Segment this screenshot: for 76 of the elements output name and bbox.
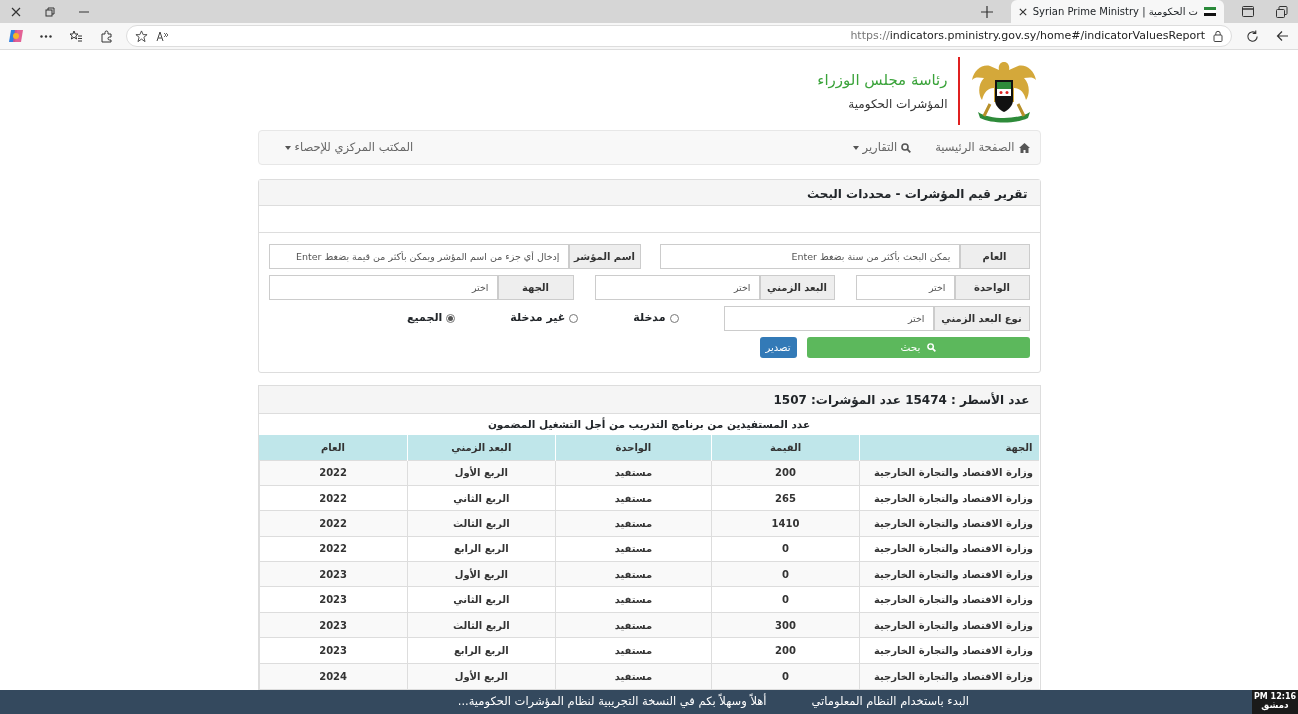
- radio-option[interactable]: الجميع: [407, 310, 456, 327]
- radio-option[interactable]: مدخلة: [633, 310, 679, 327]
- field-label: نوع البعد الزمني: [933, 306, 1030, 331]
- column-header[interactable]: البعد الزمني: [407, 435, 556, 460]
- table-cell: مستفيد: [555, 561, 712, 587]
- site-subtitle: المؤشرات الحكومية: [847, 96, 948, 114]
- radio-button[interactable]: [669, 314, 679, 323]
- read-aloud-icon[interactable]: [156, 30, 169, 42]
- lock-icon[interactable]: [1213, 30, 1223, 42]
- results-summary: عدد الأسطر : 15474 عدد المؤشرات: 1507: [258, 386, 1040, 414]
- table-cell: 2022: [259, 510, 408, 537]
- input-field[interactable]: اختر: [594, 275, 760, 300]
- column-header[interactable]: القيمة: [711, 435, 860, 460]
- column-header[interactable]: الجهة: [859, 435, 1039, 460]
- input-field[interactable]: اختر: [268, 275, 498, 300]
- field-label: الجهة: [497, 275, 574, 300]
- site-title: رئاسة مجلس الوزراء: [817, 69, 948, 91]
- search-icon: [926, 343, 936, 352]
- table-cell: وزارة الاقتصاد والتجارة الخارجية: [859, 510, 1039, 537]
- table-cell: 2024: [259, 663, 408, 689]
- table-cell: 2023: [259, 612, 408, 638]
- table-cell: مستفيد: [555, 663, 712, 689]
- flag-icon: [1204, 7, 1216, 16]
- minimize-icon: [79, 10, 89, 13]
- table-title: عدد المستفيدين من برنامج التدريب من أجل التشغيل المضمون: [486, 416, 812, 433]
- table-cell: الربع الثالث: [407, 510, 556, 537]
- table-cell: وزارة الاقتصاد والتجارة الخارجية: [859, 460, 1039, 486]
- star-icon[interactable]: [135, 29, 148, 43]
- table-cell: 200: [711, 460, 860, 486]
- input-field[interactable]: إدخال أي جزء من اسم المؤشر ويمكن بأكثر من قيمة بضغط Enter: [268, 244, 569, 269]
- home-icon: [1018, 142, 1030, 153]
- ticker-message: أهلاً وسهلاً بكم في النسخة التجريبية لنظام المؤشرات الحكومية...: [457, 693, 767, 711]
- table-cell: 2023: [259, 561, 408, 587]
- table-cell: 0: [711, 561, 860, 587]
- tab-title: Syrian Prime Ministry | ت الحكومية: [1032, 5, 1198, 19]
- nav-link[interactable]: المكتب المركزي للإحصاء: [284, 138, 414, 157]
- input-field[interactable]: اختر: [723, 306, 934, 331]
- panel-title: تقرير قيم المؤشرات - محددات البحث: [258, 180, 1040, 206]
- tab-close-icon[interactable]: [1018, 7, 1027, 16]
- clock-time: PM 12:16: [1253, 692, 1297, 702]
- table-cell: الربع الأول: [407, 561, 556, 587]
- ticker-message: البدء باستخدام النظام المعلوماتي: [811, 693, 969, 711]
- input-field[interactable]: يمكن البحث بأكثر من سنة بضغط Enter: [659, 244, 960, 269]
- export-button[interactable]: تصدير: [759, 337, 797, 358]
- table-cell: 1410: [711, 510, 860, 537]
- table-cell: 300: [711, 612, 860, 638]
- restore-icon: [45, 6, 55, 17]
- table-cell: وزارة الاقتصاد والتجارة الخارجية: [859, 561, 1039, 587]
- input-field[interactable]: اختر: [855, 275, 955, 300]
- field-label: البعد الزمني: [759, 275, 835, 300]
- table-cell: الربع الثالث: [407, 612, 556, 638]
- table-cell: الربع الأول: [407, 460, 556, 486]
- column-header[interactable]: الواحدة: [555, 435, 712, 460]
- field-label: العام: [959, 244, 1030, 269]
- search-icon: [901, 142, 912, 153]
- radio-button[interactable]: [446, 314, 456, 323]
- field-label: الواحدة: [954, 275, 1030, 300]
- nav-link[interactable]: التقارير: [852, 138, 912, 157]
- table-cell: الربع الأول: [407, 663, 556, 689]
- close-icon: [11, 6, 21, 17]
- address-bar[interactable]: https://indicators.pministry.gov.sy/home#/indicatorValuesReport: [126, 25, 1232, 47]
- browser-tab[interactable]: Syrian Prime Ministry | ت الحكومية: [1010, 0, 1224, 23]
- column-header[interactable]: العام: [259, 435, 408, 460]
- table-cell: 2022: [259, 460, 408, 486]
- table-cell: وزارة الاقتصاد والتجارة الخارجية: [859, 612, 1039, 638]
- radio-button[interactable]: [569, 314, 579, 323]
- field-label: اسم المؤشر: [568, 244, 641, 269]
- clock-city: دمشق: [1261, 701, 1289, 712]
- table-cell: مستفيد: [555, 612, 712, 638]
- table-cell: مستفيد: [555, 510, 712, 537]
- radio-option[interactable]: غير مدخلة: [510, 310, 579, 327]
- table-cell: 0: [711, 663, 860, 689]
- table-cell: وزارة الاقتصاد والتجارة الخارجية: [859, 663, 1039, 689]
- url-text: https://indicators.pministry.gov.sy/home#/indicatorValuesReport: [850, 27, 1205, 44]
- nav-link[interactable]: الصفحة الرئيسية: [935, 138, 1030, 157]
- table-cell: مستفيد: [555, 460, 712, 486]
